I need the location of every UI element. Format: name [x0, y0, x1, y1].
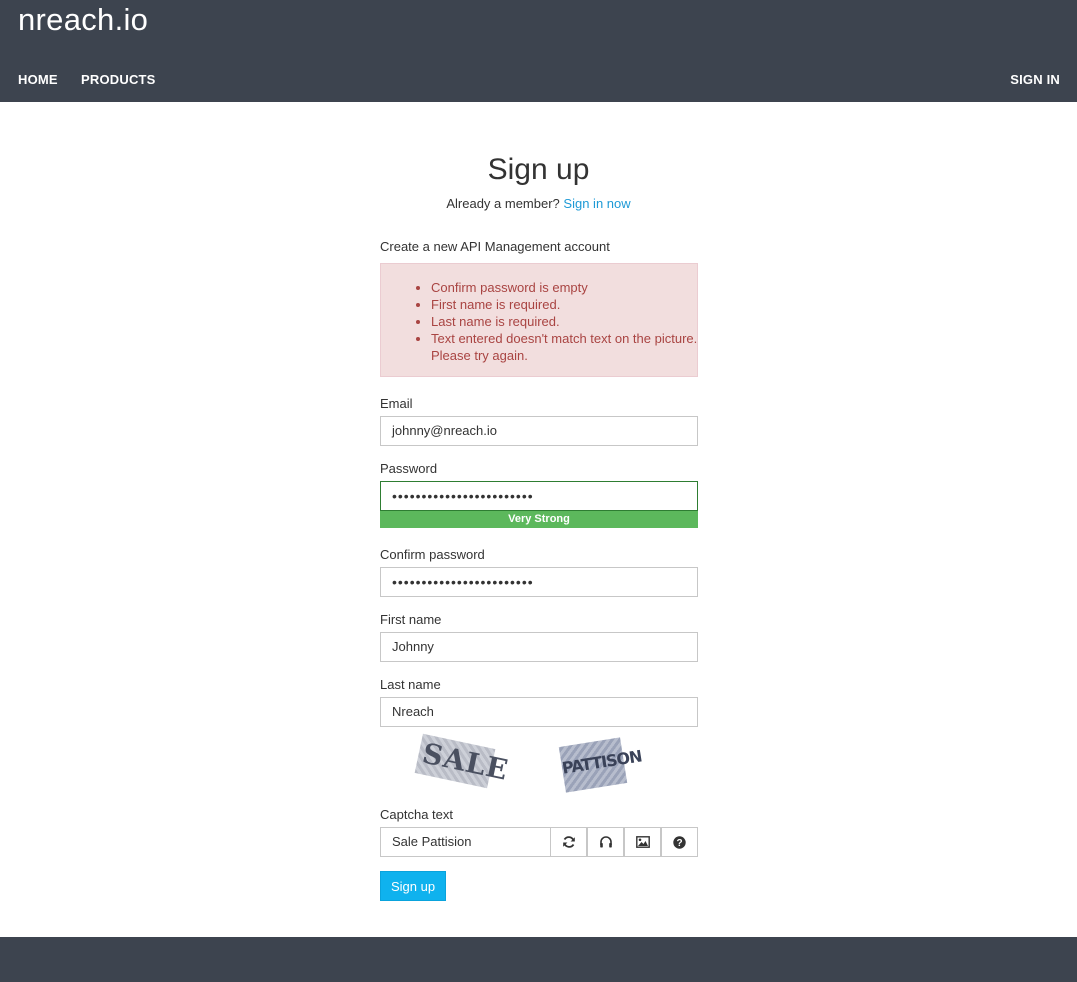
- sign-up-button[interactable]: Sign up: [380, 871, 446, 901]
- form-intro: Create a new API Management account: [380, 239, 610, 254]
- error-alert: Confirm password is empty First name is …: [380, 263, 698, 377]
- last-name-field[interactable]: Nreach: [380, 697, 698, 727]
- first-name-field[interactable]: Johnny: [380, 632, 698, 662]
- password-strength-bar: Very Strong: [380, 511, 698, 528]
- email-field[interactable]: johnny@nreach.io: [380, 416, 698, 446]
- top-header: nreach.io HOME PRODUCTS SIGN IN: [0, 0, 1077, 102]
- captcha-word-2: PATTISON: [560, 746, 643, 778]
- error-item: Last name is required.: [431, 313, 701, 330]
- error-item: First name is required.: [431, 296, 701, 313]
- captcha-image-2: PATTISON: [558, 737, 643, 793]
- confirm-password-field[interactable]: ••••••••••••••••••••••••: [380, 567, 698, 597]
- error-item: Confirm password is empty: [431, 279, 701, 296]
- nav-home[interactable]: HOME: [18, 72, 58, 87]
- error-item: Text entered doesn't match text on the p…: [431, 330, 701, 364]
- page-footer: [0, 937, 1077, 982]
- captcha-refresh-button[interactable]: [550, 827, 587, 857]
- svg-text:?: ?: [676, 838, 682, 849]
- email-label: Email: [380, 396, 413, 411]
- confirm-password-label: Confirm password: [380, 547, 485, 562]
- captcha-help-button[interactable]: ?: [661, 827, 698, 857]
- brand-logo[interactable]: nreach.io: [18, 2, 148, 38]
- nav-sign-in[interactable]: SIGN IN: [1010, 72, 1060, 87]
- refresh-icon: [562, 836, 575, 848]
- last-name-label: Last name: [380, 677, 441, 692]
- captcha-row: Sale Pattision ?: [380, 827, 698, 857]
- question-icon: ?: [673, 835, 686, 849]
- page-title: Sign up: [487, 153, 590, 186]
- sign-in-link[interactable]: Sign in now: [563, 196, 630, 211]
- captcha-image-button[interactable]: [624, 827, 661, 857]
- captcha-word-1: SALE: [419, 736, 512, 787]
- captcha-label: Captcha text: [380, 807, 453, 822]
- member-text: Already a member?: [446, 196, 560, 211]
- captcha-image-1: SALE: [414, 733, 512, 789]
- password-field[interactable]: ••••••••••••••••••••••••: [380, 481, 698, 511]
- member-prompt: Already a member? Sign in now: [0, 196, 1077, 211]
- error-list: Confirm password is empty First name is …: [381, 279, 701, 364]
- captcha-audio-button[interactable]: [587, 827, 624, 857]
- captcha-input[interactable]: Sale Pattision: [380, 827, 551, 857]
- nav-products[interactable]: PRODUCTS: [81, 72, 156, 87]
- first-name-label: First name: [380, 612, 442, 627]
- headphones-icon: [599, 836, 612, 848]
- password-label: Password: [380, 461, 438, 476]
- image-icon: [635, 836, 650, 848]
